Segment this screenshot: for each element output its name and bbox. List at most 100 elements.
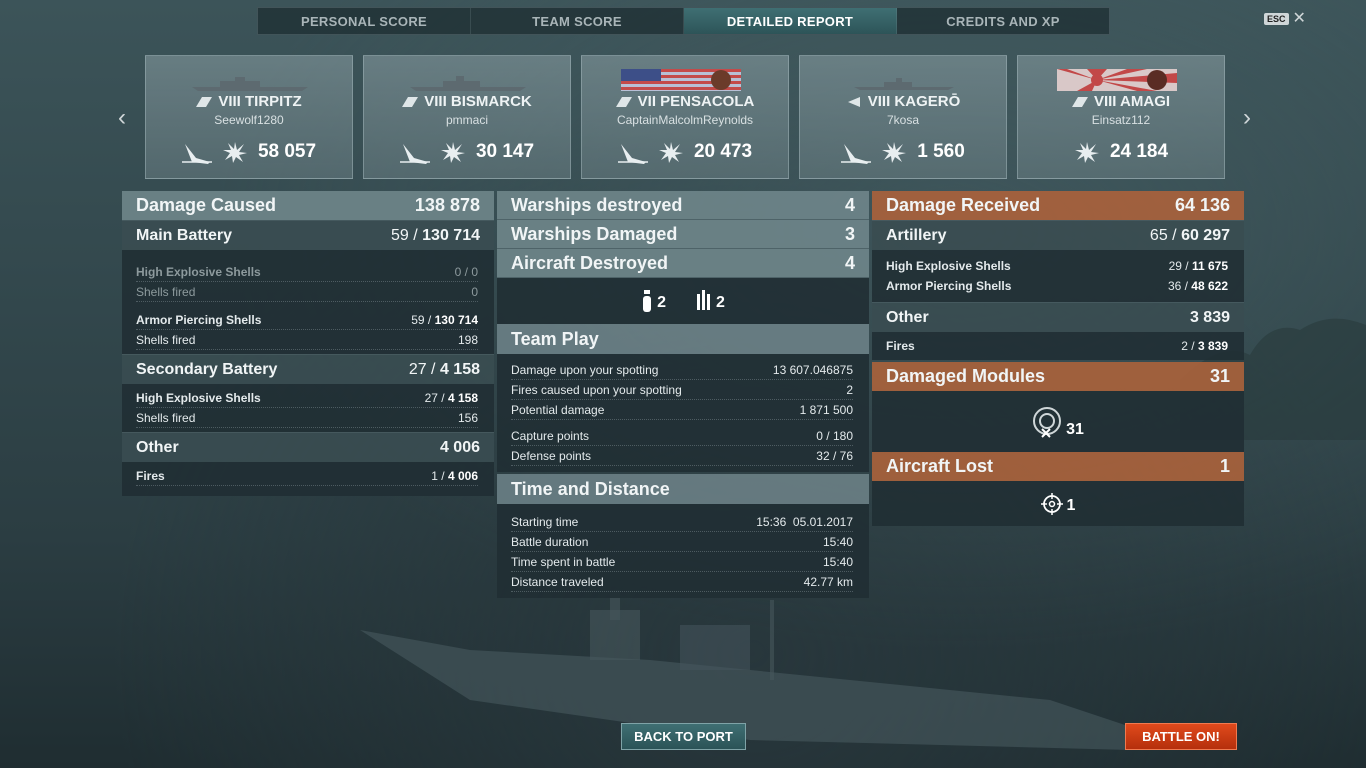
damage-score: 24 184 [1109, 141, 1169, 162]
main-battery-label: Main Battery [136, 226, 233, 244]
middle-panel: Warships destroyed 4 Warships Damaged 3 … [497, 191, 869, 598]
aircraft-lost-label: Aircraft Lost [886, 456, 994, 476]
spotting-damage-label: Damage upon your spotting [511, 362, 659, 377]
aircraft-type-1-count: 2 [657, 294, 666, 311]
mb-ap-hits: 59 / [411, 312, 432, 327]
mb-ap-fired-value: 198 [457, 332, 478, 347]
crosshair-icon [1040, 492, 1063, 515]
damage-received-value: 64 136 [1174, 195, 1230, 215]
damage-received-label: Damage Received [886, 195, 1041, 215]
sec-he-damage: 4 158 [447, 390, 478, 405]
starting-time-label: Starting time [511, 514, 579, 529]
aircraft-lost-breakdown: 1 [872, 481, 1244, 526]
aircraft-lost-value: 1 [1219, 456, 1230, 476]
warships-damaged-value: 3 [844, 223, 855, 244]
damaged-module-icon [1033, 406, 1062, 438]
damage-caused-value: 138 878 [414, 195, 480, 215]
back-to-port-button[interactable]: BACK TO PORT [621, 723, 746, 750]
received-fires-label: Fires [886, 339, 915, 353]
ship-card-amagi[interactable]: VIII AMAGI Einsatz112 24 184 [1017, 55, 1225, 179]
background-battleship [360, 590, 1140, 750]
damage-score: 1 560 [917, 141, 965, 162]
ship-name: VIII TIRPITZ [218, 93, 302, 110]
team-play-details: Damage upon your spotting 13 607.046875 F… [497, 354, 869, 472]
next-ships-arrow[interactable]: › [1237, 104, 1257, 132]
battle-duration-label: Battle duration [511, 534, 589, 549]
fires-hits: 1 / [431, 468, 445, 483]
warships-destroyed-label: Warships destroyed [511, 194, 683, 215]
damage-score: 58 057 [257, 141, 317, 162]
capture-points-value: 0 / 180 [816, 428, 853, 443]
main-battery-hits: 59 / [391, 226, 418, 244]
sec-fired-value: 156 [457, 410, 478, 425]
secondary-battery-header: Secondary Battery 27 / 4 158 [122, 354, 494, 384]
close-icon[interactable]: ✕ [1293, 11, 1306, 27]
team-play-header: Team Play [497, 324, 869, 354]
sinking-ship-icon [617, 144, 648, 164]
ship-card-bismarck[interactable]: VIII BISMARCK pmmaci 30 147 [363, 55, 571, 179]
damage-caused-header: Damage Caused 138 878 [122, 191, 494, 220]
artillery-header: Artillery 65 / 60 297 [872, 220, 1244, 250]
previous-ships-arrow[interactable]: ‹ [112, 104, 132, 132]
damage-score: 20 473 [693, 141, 753, 162]
tab-credits-and-xp[interactable]: CREDITS AND XP [897, 8, 1109, 34]
mb-ap-label: Armor Piercing Shells [136, 312, 262, 327]
time-distance-details: Starting time 15:36 05.01.2017 Battle dur… [497, 504, 869, 598]
art-ap-hits: 36 / [1167, 279, 1188, 293]
ship-card-kagero[interactable]: VIII KAGERŌ 7kosa 1 560 [799, 55, 1007, 179]
ship-name: VIII KAGERŌ [867, 93, 961, 110]
fires-damage: 4 006 [447, 468, 478, 483]
spotting-fires-value: 2 [846, 382, 853, 397]
team-play-title: Team Play [511, 328, 599, 349]
sinking-ship-icon [399, 144, 430, 164]
secondary-battery-details: High Explosive Shells 27 / 4 158 Shells f… [122, 384, 494, 432]
defense-points-label: Defense points [511, 448, 592, 463]
player-name: 7kosa [886, 113, 920, 127]
other-received-label: Other [886, 308, 929, 326]
warships-damaged-row: Warships Damaged 3 [497, 220, 869, 249]
damage-caused-label: Damage Caused [136, 195, 277, 215]
warships-destroyed-row: Warships destroyed 4 [497, 191, 869, 220]
damage-score: 30 147 [475, 141, 535, 162]
ship-card-tirpitz[interactable]: VIII TIRPITZ Seewolf1280 58 057 [145, 55, 353, 179]
rising-sun-flag-icon [1057, 69, 1177, 91]
other-damage-header: Other 4 006 [122, 432, 494, 462]
damage-burst-icon [658, 142, 683, 163]
art-ap-damage: 48 622 [1191, 279, 1228, 293]
tab-team-score[interactable]: TEAM SCORE [471, 8, 684, 34]
other-damage-value: 4 006 [439, 438, 480, 456]
player-name: Einsatz112 [1091, 113, 1151, 127]
aircraft-destroyed-row: Aircraft Destroyed 4 [497, 249, 869, 278]
tab-personal-score[interactable]: PERSONAL SCORE [258, 8, 471, 34]
tab-detailed-report[interactable]: DETAILED REPORT [684, 8, 897, 34]
mb-he-label: High Explosive Shells [136, 264, 261, 279]
other-received-value: 3 839 [1189, 308, 1230, 326]
ship-silhouette-icon [192, 77, 308, 91]
main-battery-header: Main Battery 59 / 130 714 [122, 220, 494, 250]
other-damage-details: Fires 1 / 4 006 [122, 462, 494, 496]
defense-points-value: 32 / 76 [816, 448, 853, 463]
secondary-battery-damage: 4 158 [439, 360, 480, 378]
sinking-ship-icon [841, 144, 872, 164]
time-distance-title: Time and Distance [511, 478, 670, 499]
starting-time-value: 15:36 05.01.2017 [756, 514, 853, 529]
sec-fired-label: Shells fired [136, 410, 196, 425]
aircraft-lost-header: Aircraft Lost 1 [872, 452, 1244, 481]
aircraft-destroyed-label: Aircraft Destroyed [511, 252, 669, 273]
damaged-modules-header: Damaged Modules 31 [872, 362, 1244, 391]
sec-he-hits: 27 / [424, 390, 445, 405]
player-name: CaptainMalcolmReynolds [616, 113, 754, 127]
ship-card-pensacola[interactable]: VII PENSACOLA CaptainMalcolmReynolds 20 … [581, 55, 789, 179]
main-battery-damage: 130 714 [422, 226, 480, 244]
player-name: pmmaci [445, 113, 488, 127]
ship-name: VIII AMAGI [1093, 93, 1171, 110]
art-he-hits: 29 / [1168, 259, 1189, 273]
ship-silhouette-icon [410, 76, 526, 91]
potential-damage-value: 1 871 500 [799, 402, 853, 417]
damage-burst-icon [1074, 142, 1099, 163]
battle-on-button[interactable]: BATTLE ON! [1125, 723, 1237, 750]
usa-flag-icon [621, 69, 741, 91]
damaged-modules-count: 31 [1066, 420, 1084, 438]
battleship-class-icon [402, 96, 419, 107]
close-button[interactable]: ESC ✕ [1264, 11, 1306, 27]
